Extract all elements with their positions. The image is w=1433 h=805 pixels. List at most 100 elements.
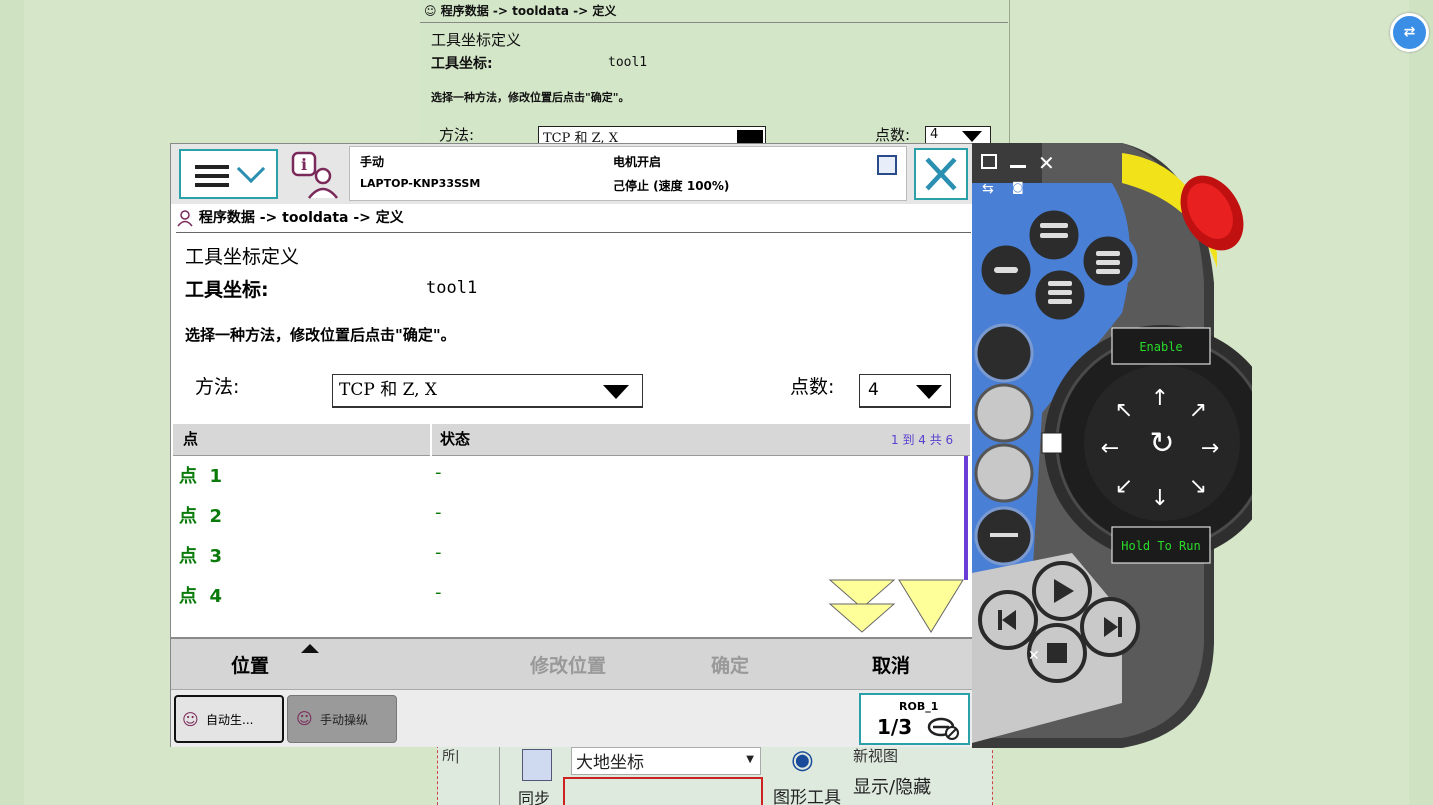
modify-position-button[interactable]: 修改位置	[530, 651, 606, 678]
status-panel[interactable]: 手动 LAPTOP-KNP33SSM 电机开启 己停止 (速度 100%)	[349, 146, 907, 201]
quickset-button[interactable]: ROB_1 1/3	[859, 693, 970, 745]
ribbon-graphics-tools[interactable]: 图形工具	[773, 783, 841, 805]
cancel-button[interactable]: 取消	[872, 651, 910, 678]
scroll-down-icon[interactable]	[897, 578, 965, 634]
page-title: 工具坐标定义	[185, 246, 300, 268]
column-status[interactable]: 状态	[440, 428, 470, 449]
svg-text:↙: ↙	[1115, 474, 1133, 499]
points-table: 点 1 - 点 2 - 点 3 - 点 4 -	[173, 456, 965, 634]
ok-button[interactable]: 确定	[711, 651, 749, 678]
ghost-instruction: 选择一种方法，修改位置后点击"确定"。	[431, 91, 630, 104]
position-button[interactable]: 位置	[231, 651, 269, 678]
svg-text:i: i	[301, 155, 307, 174]
background-right-strip	[1409, 0, 1433, 805]
chevron-down-icon	[737, 130, 763, 144]
chevron-down-icon: ▼	[746, 754, 754, 765]
robot-label: ROB_1	[899, 700, 939, 713]
taskbar: ☺ 自动生... ☺ 手动操纵 ROB_1 1/3	[171, 689, 972, 747]
point-status: -	[435, 462, 442, 483]
caret-up-icon	[301, 644, 319, 653]
table-row[interactable]: 点 2 -	[173, 496, 963, 536]
table-row[interactable]: 点 1 -	[173, 456, 963, 496]
toggle-motion-mode-icon[interactable]	[974, 383, 1034, 443]
ghost-points-label: 点数:	[875, 126, 911, 144]
svg-text:→: →	[1201, 436, 1219, 461]
svg-text:↑: ↑	[1151, 386, 1169, 411]
camera-icon[interactable]: ◙	[1012, 180, 1024, 194]
scroll-down-page-icon[interactable]	[828, 578, 898, 634]
row-count: 1 到 4 共 6	[891, 433, 954, 447]
column-point[interactable]: 点	[183, 428, 198, 449]
ribbon-sync-label[interactable]: 同步	[518, 785, 550, 805]
ghost-points-value: 4	[930, 127, 939, 142]
ghost-tool-label: 工具坐标:	[431, 56, 493, 72]
ribbon-show-hide[interactable]: 显示/隐藏	[853, 773, 931, 799]
close-small-icon[interactable]: ✕	[1028, 648, 1040, 664]
main-menu-button[interactable]	[179, 149, 278, 199]
method-label: 方法:	[195, 376, 240, 398]
tool-value: tool1	[426, 278, 478, 298]
points-value: 4	[868, 380, 879, 400]
eye-icon: ◉	[791, 745, 814, 775]
increment-icon	[927, 717, 959, 740]
user-icon: ☺	[424, 4, 437, 18]
table-header: 点 状态 1 到 4 共 6	[173, 424, 970, 456]
translate-icon[interactable]: ⇄	[1390, 13, 1429, 52]
scrollbar-thumb[interactable]	[964, 456, 968, 580]
hamburger-icon	[195, 165, 229, 187]
point-name: 点 4	[179, 586, 223, 607]
select-mechanical-unit-icon[interactable]	[974, 323, 1034, 383]
task-auto-label: 自动生...	[206, 713, 254, 727]
speed-fraction: 1/3	[877, 715, 913, 739]
minimize-icon[interactable]	[1010, 165, 1026, 168]
event-log-icon	[877, 155, 897, 175]
status-state: 己停止 (速度 100%)	[613, 179, 730, 193]
ghost-divider	[420, 22, 1008, 23]
pendant-hardware-panel: ✕ ⇆ ◙ ↻ ↑ ↓ ← → ↖ ↗ ↙ ↘ Enable Hold To R…	[972, 143, 1252, 748]
toggle-axes-icon[interactable]	[974, 443, 1034, 503]
svg-text:←: ←	[1101, 436, 1119, 461]
scrollbar[interactable]	[964, 456, 969, 632]
column-separator	[430, 424, 432, 456]
sync-icon	[522, 749, 552, 781]
ribbon-new-view[interactable]: 新视图	[853, 745, 898, 766]
svg-text:↘: ↘	[1189, 474, 1207, 499]
point-name: 点 3	[179, 546, 223, 567]
hold-checkbox[interactable]	[1041, 432, 1063, 454]
points-label: 点数:	[790, 376, 835, 398]
point-name: 点 1	[179, 466, 223, 487]
status-controller: LAPTOP-KNP33SSM	[360, 177, 481, 190]
chevron-down-icon	[236, 154, 266, 184]
breadcrumb-text: 程序数据 -> tooldata -> 定义	[198, 210, 404, 226]
background-ribbon: 所| 同步 大地坐标 ▼ ◉ 图形工具 新视图 显示/隐藏	[437, 745, 993, 805]
task-jogging[interactable]: ☺ 手动操纵	[287, 695, 397, 743]
user-icon	[177, 210, 193, 227]
close-button[interactable]	[914, 148, 968, 200]
svg-text:↖: ↖	[1115, 398, 1133, 423]
jog-icon: ☺	[296, 709, 313, 728]
ribbon-coord-select[interactable]: 大地坐标 ▼	[571, 747, 761, 775]
chevron-down-icon	[603, 385, 629, 399]
ribbon-left-group: 所|	[438, 745, 500, 805]
points-select[interactable]: 4	[859, 374, 951, 408]
table-row[interactable]: 点 3 -	[173, 536, 963, 576]
breadcrumb: 程序数据 -> tooldata -> 定义	[176, 205, 971, 233]
ghost-method-label: 方法:	[439, 126, 475, 144]
ghost-breadcrumb: ☺ 程序数据 -> tooldata -> 定义	[424, 2, 616, 19]
swap-icon[interactable]: ⇆	[982, 181, 994, 197]
close-icon[interactable]: ✕	[1038, 151, 1055, 175]
enable-label: Enable	[1139, 340, 1182, 354]
action-bar: 位置 修改位置 确定 取消	[171, 637, 972, 689]
task-auto-generate[interactable]: ☺ 自动生...	[174, 695, 284, 743]
rotate-icon: ↻	[1149, 426, 1174, 461]
method-select[interactable]: TCP 和 Z, X	[332, 374, 643, 408]
ribbon-coord-value: 大地坐标	[576, 753, 644, 773]
svg-text:↓: ↓	[1151, 486, 1169, 511]
background-left-strip	[0, 0, 24, 805]
status-motor: 电机开启	[613, 155, 662, 169]
flexpendant-window: i 手动 LAPTOP-KNP33SSM 电机开启 己停止 (速度 100%) …	[170, 143, 974, 747]
chevron-down-icon	[916, 385, 942, 399]
point-status: -	[435, 582, 442, 603]
tool-label: 工具坐标:	[185, 279, 269, 301]
info-user-icon[interactable]: i	[289, 150, 341, 200]
